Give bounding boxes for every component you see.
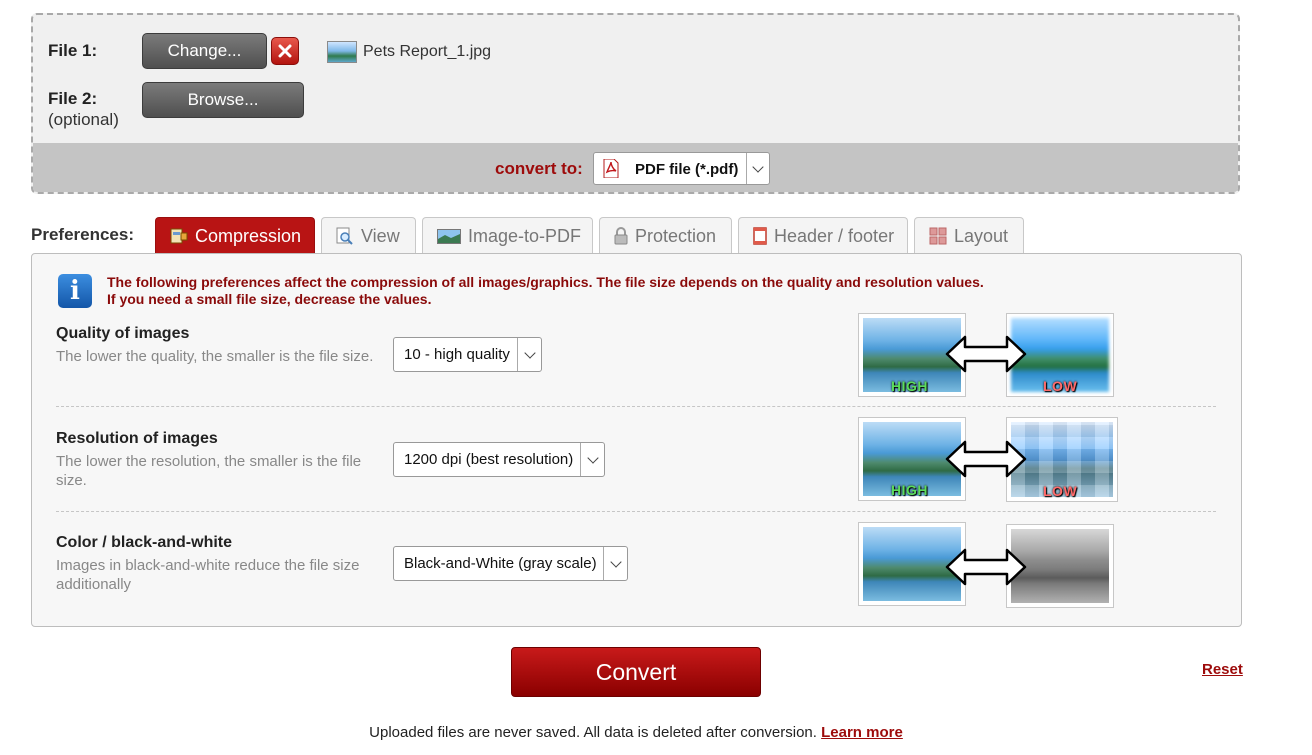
double-arrow-icon xyxy=(945,548,1027,586)
tab-label: Compression xyxy=(195,225,302,246)
convert-to-label: convert to: xyxy=(495,159,583,178)
quality-value: 10 - high quality xyxy=(404,346,510,363)
privacy-note: Uploaded files are never saved. All data… xyxy=(0,724,1272,741)
browse-button[interactable]: Browse... xyxy=(142,82,304,118)
info-message: The following preferences affect the com… xyxy=(107,274,984,308)
row-separator xyxy=(56,406,1216,407)
color-value: Black-and-White (gray scale) xyxy=(404,555,597,572)
quality-title: Quality of images xyxy=(56,325,190,342)
compression-icon xyxy=(170,228,188,244)
magnifier-icon xyxy=(336,227,353,245)
remove-file-button[interactable] xyxy=(271,37,299,65)
tab-image-to-pdf[interactable]: Image-to-PDF xyxy=(422,217,593,254)
chevron-down-icon xyxy=(746,153,769,184)
tab-label: Image-to-PDF xyxy=(468,225,582,246)
convert-button[interactable]: Convert xyxy=(511,647,761,697)
tab-label: Protection xyxy=(635,225,717,246)
lock-icon xyxy=(614,227,628,245)
output-format-select[interactable]: PDF file (*.pdf) xyxy=(593,152,770,185)
file2-optional-note: (optional) xyxy=(48,110,119,129)
output-format-value: PDF file (*.pdf) xyxy=(635,161,739,178)
resolution-title: Resolution of images xyxy=(56,430,218,447)
tab-header-footer[interactable]: Header / footer xyxy=(738,217,908,254)
file2-label: File 2: xyxy=(48,89,98,108)
resolution-select[interactable]: 1200 dpi (best resolution) xyxy=(393,442,605,477)
high-badge: HIGH xyxy=(891,482,928,498)
low-badge: LOW xyxy=(1043,378,1078,394)
tab-view[interactable]: View xyxy=(321,217,416,254)
double-arrow-icon xyxy=(945,440,1027,478)
info-line-2: If you need a small file size, decrease … xyxy=(107,291,432,307)
color-title: Color / black-and-white xyxy=(56,534,233,551)
tab-protection[interactable]: Protection xyxy=(599,217,732,254)
layout-icon xyxy=(929,227,947,245)
image-icon xyxy=(437,229,461,244)
row-separator xyxy=(56,511,1216,512)
close-icon xyxy=(278,44,292,58)
tab-compression[interactable]: Compression xyxy=(155,217,315,254)
chevron-down-icon xyxy=(603,547,627,580)
convert-row: convert to: PDF file (*.pdf) xyxy=(33,143,1238,192)
chevron-down-icon xyxy=(580,443,604,476)
quality-description: The lower the quality, the smaller is th… xyxy=(56,348,374,365)
image-file-icon xyxy=(327,41,357,63)
resolution-description: The lower the resolution, the smaller is… xyxy=(56,453,362,489)
preferences-label: Preferences: xyxy=(31,225,135,244)
resolution-value: 1200 dpi (best resolution) xyxy=(404,451,574,468)
file1-label: File 1: xyxy=(48,41,98,60)
color-select[interactable]: Black-and-White (gray scale) xyxy=(393,546,628,581)
double-arrow-icon xyxy=(945,335,1027,373)
upload-box: File 1: Change... Pets Report_1.jpg File… xyxy=(31,13,1240,194)
change-file-button[interactable]: Change... xyxy=(142,33,267,69)
reset-link[interactable]: Reset xyxy=(1202,661,1243,678)
tab-label: Layout xyxy=(954,225,1009,246)
info-icon: i xyxy=(58,274,92,308)
tab-layout[interactable]: Layout xyxy=(914,217,1024,254)
chevron-down-icon xyxy=(517,338,541,371)
high-badge: HIGH xyxy=(891,378,928,394)
page-icon xyxy=(753,227,767,245)
tab-label: View xyxy=(361,225,400,246)
quality-select[interactable]: 10 - high quality xyxy=(393,337,542,372)
privacy-note-text: Uploaded files are never saved. All data… xyxy=(369,724,817,741)
color-description: Images in black-and-white reduce the fil… xyxy=(56,557,360,593)
pdf-icon xyxy=(603,159,619,178)
tab-label: Header / footer xyxy=(774,225,895,246)
compression-panel: i The following preferences affect the c… xyxy=(31,253,1242,627)
info-line-1: The following preferences affect the com… xyxy=(107,274,984,290)
learn-more-link[interactable]: Learn more xyxy=(821,724,903,741)
low-badge: LOW xyxy=(1043,483,1078,499)
file1-name: Pets Report_1.jpg xyxy=(363,43,492,60)
